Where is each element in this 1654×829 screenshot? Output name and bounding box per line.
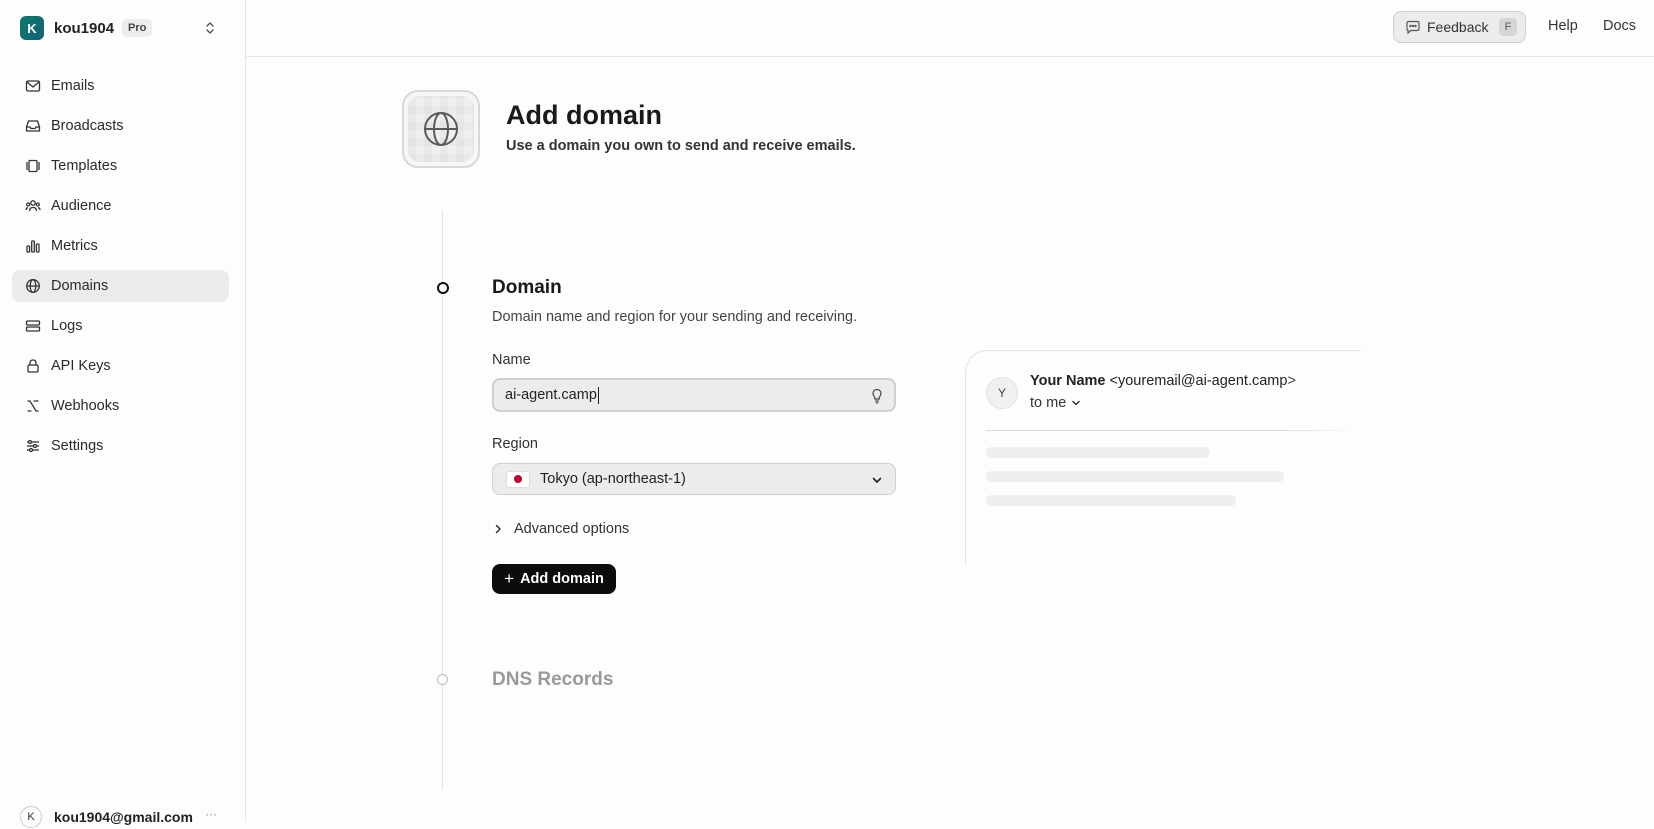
docs-link[interactable]: Docs [1603,18,1636,34]
sliders-icon [27,439,39,453]
user-email: kou1904@gmail.com [54,809,193,825]
advanced-options-toggle[interactable]: Advanced options [492,518,629,540]
sidebar-item-label: Audience [51,198,112,214]
skeleton-line [986,495,1236,506]
advanced-options-label: Advanced options [514,521,630,537]
region-label: Region [492,436,538,452]
team-switcher[interactable]: K kou1904 Pro [20,16,225,40]
add-domain-button[interactable]: + Add domain [492,564,616,594]
plan-badge: Pro [122,19,153,37]
sidebar-item-templates[interactable]: Templates [12,150,229,182]
feedback-button[interactable]: Feedback F [1393,11,1526,43]
top-bar: Feedback F Help Docs [246,0,1654,57]
sidebar-item-broadcasts[interactable]: Broadcasts [12,110,229,142]
sidebar-item-domains[interactable]: Domains [12,270,229,302]
more-icon[interactable]: ··· [205,807,217,821]
dns-records-section-title: DNS Records [492,669,614,690]
logs-icon [25,320,41,332]
sidebar-item-api-keys[interactable]: API Keys [12,350,229,382]
sidebar-item-audience[interactable]: Audience [12,190,229,222]
plus-icon: + [504,569,515,588]
sidebar-item-label: Settings [51,438,104,454]
message-icon [1406,20,1420,35]
chevron-down-icon [1072,400,1081,406]
sidebar-item-label: Metrics [51,238,98,254]
domain-name-value: ai-agent.camp [505,387,597,403]
globe-icon [424,112,458,146]
sender-avatar: Y [986,377,1018,409]
text-caret [597,386,599,404]
domain-illustration [402,90,480,168]
preview-to-label: to me [1030,395,1067,411]
lightbulb-icon[interactable] [870,388,884,404]
globe-icon [26,279,40,293]
page-title: Add domain [506,100,662,130]
sidebar: K kou1904 Pro Emails Broadcasts Template… [0,0,246,828]
region-select[interactable]: Tokyo (ap-northeast-1) [492,463,896,495]
skeleton-line [986,471,1284,482]
sidebar-nav: Emails Broadcasts Templates Audience Met… [12,70,229,470]
keyboard-shortcut-badge: F [1499,18,1517,36]
inbox-icon [25,120,41,132]
domain-section-description: Domain name and region for your sending … [492,309,858,325]
preview-recipient: to me [1030,395,1081,411]
webhook-icon [27,400,39,412]
sidebar-item-logs[interactable]: Logs [12,310,229,342]
help-link[interactable]: Help [1548,18,1578,34]
step-timeline [442,210,443,790]
domain-name-input[interactable]: ai-agent.camp [492,378,896,412]
sidebar-item-label: Templates [51,158,118,174]
mail-icon [25,80,41,92]
sidebar-item-emails[interactable]: Emails [12,70,229,102]
sidebar-item-label: Emails [51,78,95,94]
user-menu[interactable]: K kou1904@gmail.com ··· [20,805,225,829]
step-indicator-domain [437,282,449,294]
team-avatar: K [20,16,44,40]
templates-icon [26,159,40,173]
chevron-right-icon [495,524,501,534]
sidebar-item-label: API Keys [51,358,111,374]
preview-sender-email: <youremail@ai-agent.camp> [1109,373,1296,389]
japan-flag-icon [506,470,530,488]
name-label: Name [492,352,531,368]
region-value: Tokyo (ap-northeast-1) [540,471,686,487]
preview-sender-name: Your Name [1030,373,1106,389]
lock-icon [27,359,39,373]
sidebar-item-label: Webhooks [51,398,120,414]
page-subtitle: Use a domain you own to send and receive… [506,138,856,154]
chevron-down-icon [872,477,882,483]
chevron-up-down-icon[interactable] [203,20,217,36]
sidebar-item-metrics[interactable]: Metrics [12,230,229,262]
sidebar-item-label: Logs [51,318,83,334]
user-avatar: K [20,806,42,828]
team-name: kou1904 [54,19,115,37]
domain-illustration-inner [408,96,474,162]
preview-sender: Your Name <youremail@ai-agent.camp> [1030,373,1296,389]
step-indicator-dns [437,674,448,685]
sidebar-item-label: Broadcasts [51,118,124,134]
sidebar-item-label: Domains [51,278,109,294]
sidebar-item-webhooks[interactable]: Webhooks [12,390,229,422]
add-domain-label: Add domain [520,571,604,587]
feedback-label: Feedback [1427,19,1489,35]
domain-section-title: Domain [492,277,562,298]
skeleton-line [986,447,1210,458]
sidebar-item-settings[interactable]: Settings [12,430,229,462]
bar-chart-icon [26,240,40,253]
email-preview: Y Your Name <youremail@ai-agent.camp> to… [965,350,1361,566]
users-icon [25,200,41,212]
preview-fade-overlay [966,506,1361,566]
